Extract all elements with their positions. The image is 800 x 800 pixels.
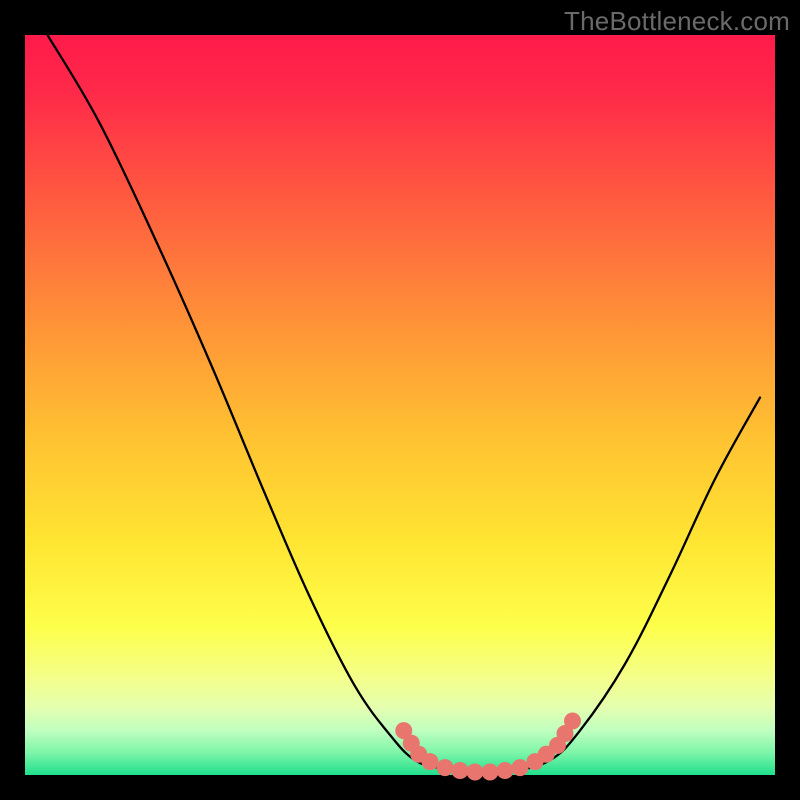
highlight-dot <box>452 762 469 779</box>
highlight-dot <box>422 753 439 770</box>
bottleneck-chart <box>0 0 800 800</box>
chart-container: { "watermark": "TheBottleneck.com", "cha… <box>0 0 800 800</box>
highlight-dot <box>564 712 581 729</box>
highlight-dot <box>437 759 454 776</box>
watermark-text: TheBottleneck.com <box>564 6 790 37</box>
chart-background <box>25 35 775 775</box>
highlight-dot <box>467 764 484 781</box>
highlight-dot <box>512 759 529 776</box>
highlight-dot <box>482 764 499 781</box>
highlight-dot <box>497 762 514 779</box>
